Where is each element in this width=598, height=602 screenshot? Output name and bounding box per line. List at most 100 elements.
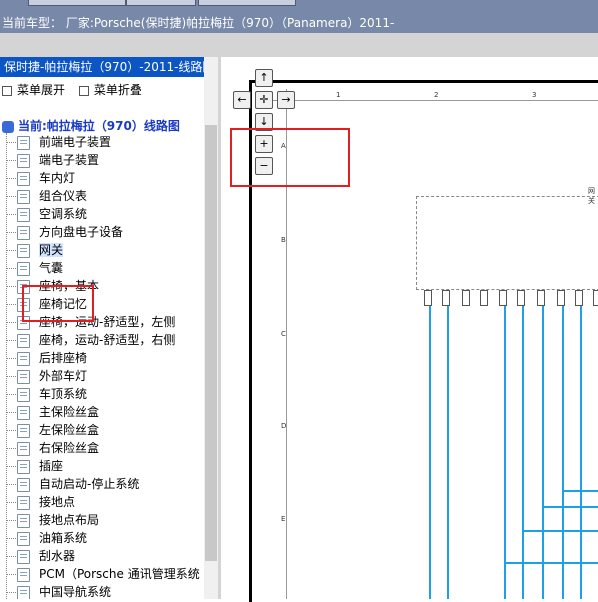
tree-item[interactable]: 接地点 [7,493,207,511]
expand-menu-link[interactable]: 菜单展开 [17,83,65,97]
column-label: 2 [434,91,439,99]
tree-item-label: 油箱系统 [39,531,88,545]
tree-connector [7,376,16,377]
menu-controls: 菜单展开 菜单折叠 [2,81,152,98]
connector-pin [480,290,488,306]
document-icon [17,550,30,564]
tree-item-label: 气囊 [39,261,64,275]
document-icon [17,514,30,528]
row-label: E [281,515,286,523]
tree-item[interactable]: 左保险丝盒 [7,421,207,439]
tree-item[interactable]: 刮水器 [7,547,207,565]
document-icon [17,334,30,348]
tree-connector [7,178,16,179]
tree-connector [7,556,16,557]
pan-right-button[interactable]: → [277,91,295,109]
center-view-button[interactable]: ✛ [255,91,273,109]
tree-item-label: 主保险丝盒 [39,405,100,419]
vertical-scrollbar[interactable] [204,57,218,599]
tree-item-label: 接地点 [39,495,76,509]
tree-item-label: 外部车灯 [39,369,88,383]
tree-item[interactable]: 空调系统 [7,205,207,223]
component-label: 网关 [588,187,595,205]
tree-item[interactable]: 车内灯 [7,169,207,187]
connector-pin [499,290,507,306]
tree-item[interactable]: 中国导航系统 [7,583,207,599]
tree-item-label: 空调系统 [39,207,88,221]
tree-item[interactable]: 后排座椅 [7,349,207,367]
toolbar-button-2[interactable] [126,0,196,6]
wire [504,306,506,599]
connector-pin [537,290,545,306]
tree-item[interactable]: 方向盘电子设备 [7,223,207,241]
tree-item[interactable]: 主保险丝盒 [7,403,207,421]
tree-connector [7,484,16,485]
document-icon [17,460,30,474]
tree-connector [7,286,16,287]
top-toolbar: 当前车型： 厂家:Porsche(保时捷)帕拉梅拉（970）（Panamera）… [0,0,598,33]
left-panel: 保时捷-帕拉梅拉（970）-2011-线路图 菜单展开 菜单折叠 当前:帕拉梅拉… [0,57,219,599]
tree-item[interactable]: 接地点布局 [7,511,207,529]
pan-left-button[interactable]: ← [233,91,251,109]
tree-item-label: 网关 [39,243,64,257]
toolbar-button-3[interactable] [198,0,296,6]
wire [542,506,598,508]
tree-connector [7,592,16,593]
tree-item[interactable]: 前端电子装置 [7,133,207,151]
tree-item[interactable]: 组合仪表 [7,187,207,205]
row-label: D [281,422,287,430]
current-car-label: 当前车型： 厂家:Porsche(保时捷)帕拉梅拉（970）（Panamera）… [2,16,395,30]
document-icon [17,352,30,366]
connector-pin [557,290,565,306]
tree-item[interactable]: 座椅，运动-舒适型，右侧 [7,331,207,349]
tree-item[interactable]: 外部车灯 [7,367,207,385]
tree-item[interactable]: 自动启动-停止系统 [7,475,207,493]
wire [504,562,598,564]
document-icon [17,388,30,402]
tree-item-label: 自动启动-停止系统 [39,477,140,491]
connector-pin [575,290,583,306]
tree-connector [7,196,16,197]
tree-header[interactable]: 当前:帕拉梅拉（970）线路图 [2,117,180,134]
gateway-component-box [416,196,598,290]
tree-connector [7,268,16,269]
panel-title: 保时捷-帕拉梅拉（970）-2011-线路图 [0,57,208,77]
document-icon [17,262,30,276]
tree-connector [7,574,16,575]
tree-item[interactable]: 车顶系统 [7,385,207,403]
wire [580,306,582,599]
column-label: 1 [336,91,341,99]
tree-item-label: 组合仪表 [39,189,88,203]
tree-connector [7,232,16,233]
row-label: C [281,330,286,338]
highlight-box [230,128,350,187]
tree-connector [7,358,16,359]
highlight-box [22,285,94,322]
collapse-menu-link[interactable]: 菜单折叠 [94,83,142,97]
tree-item[interactable]: 端电子装置 [7,151,207,169]
tree-item[interactable]: 网关 [7,241,207,259]
tree-item[interactable]: 右保险丝盒 [7,439,207,457]
connector-pin [462,290,470,306]
wire [562,490,598,492]
tree-item[interactable]: 油箱系统 [7,529,207,547]
tree-item-label: 方向盘电子设备 [39,225,124,239]
tree-item-label: 车顶系统 [39,387,88,401]
tree-item-label: 中国导航系统 [39,585,112,599]
tree-item-label: 座椅，运动-舒适型，右侧 [39,333,176,347]
tree-connector [7,142,16,143]
folder-icon [2,120,14,133]
scrollbar-thumb[interactable] [205,125,217,561]
tree-item-label: 右保险丝盒 [39,441,100,455]
tree-item[interactable]: 插座 [7,457,207,475]
tree-item-label: 刮水器 [39,549,76,563]
toolbar-button-1[interactable] [28,0,126,6]
tree-item-label: 接地点布局 [39,513,100,527]
tree-item[interactable]: PCM（Porsche 通讯管理系统 [7,565,207,583]
tree-item[interactable]: 气囊 [7,259,207,277]
tree-item-label: PCM（Porsche 通讯管理系统 [39,567,200,581]
wire [447,306,449,599]
document-icon [17,568,30,582]
pan-up-button[interactable]: ↑ [255,69,273,87]
tree-header-label: 当前:帕拉梅拉（970）线路图 [18,119,180,133]
